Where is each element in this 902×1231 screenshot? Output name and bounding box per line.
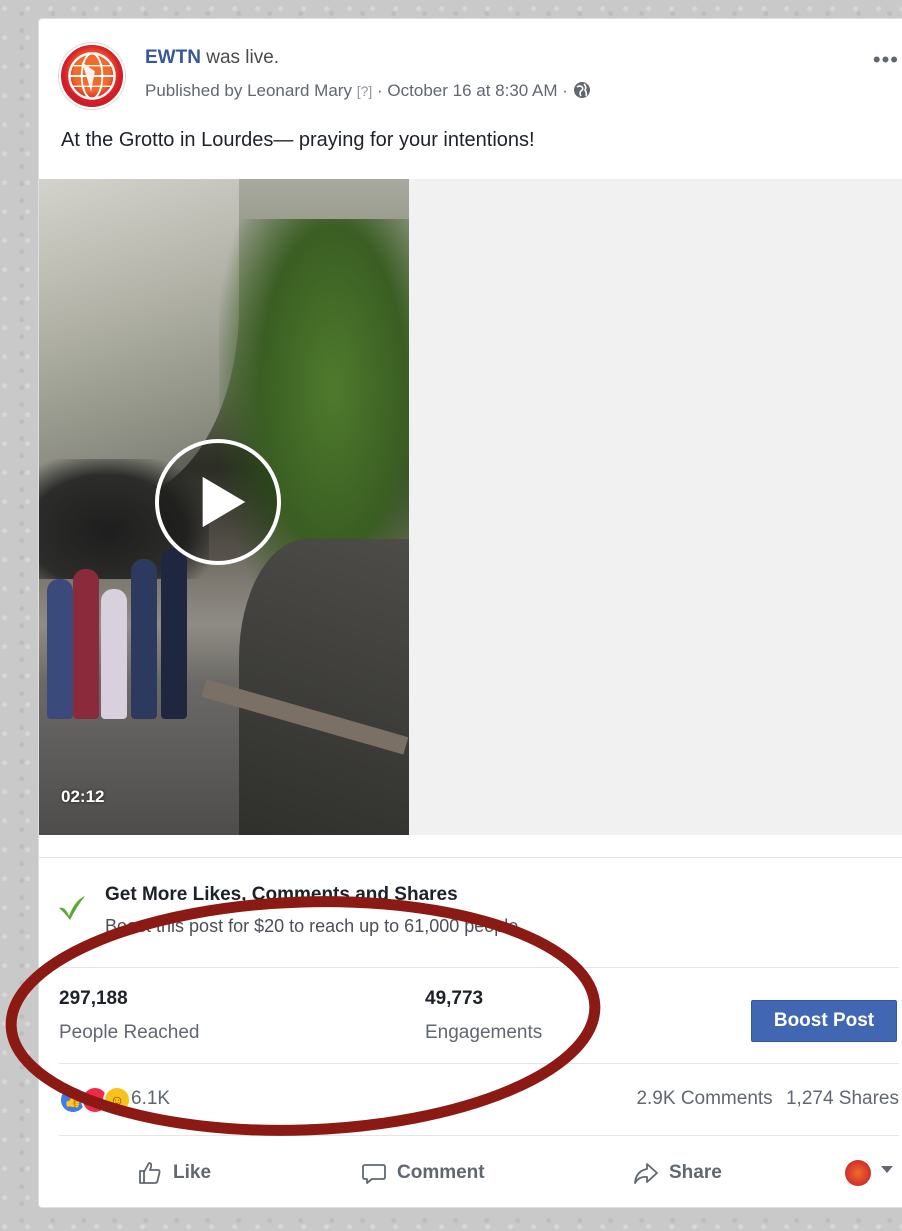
video-player[interactable]: 02:12 [39, 179, 409, 835]
meta-separator: · [377, 81, 383, 100]
post-header: EWTN was live. Published by Leonard Mary… [59, 41, 899, 111]
play-button[interactable] [155, 439, 281, 565]
comment-label: Comment [397, 1162, 485, 1183]
comments-count[interactable]: 2.9K Comments [636, 1088, 772, 1109]
promo-title[interactable]: Get More Likes, Comments and Shares [105, 884, 458, 906]
post-meta: Published by Leonard Mary [?] · October … [145, 81, 591, 101]
ewtn-logo-icon [68, 52, 116, 100]
people-reached-label: People Reached [59, 1022, 200, 1043]
help-marker[interactable]: [?] [357, 83, 373, 99]
share-button[interactable]: Share [633, 1156, 722, 1190]
shares-count[interactable]: 1,274 Shares [786, 1088, 899, 1109]
video-scene-people [39, 539, 249, 719]
like-button[interactable]: Like [137, 1156, 211, 1190]
post-card: EWTN was live. Published by Leonard Mary… [38, 18, 902, 1208]
engagement-counts: 2.9K Comments 1,274 Shares [636, 1088, 899, 1110]
share-icon [634, 1163, 658, 1184]
promo-subtitle: Boost this post for $20 to reach up to 6… [105, 916, 524, 936]
chevron-down-icon[interactable] [881, 1166, 893, 1173]
post-timestamp[interactable]: October 16 at 8:30 AM [387, 81, 557, 100]
page-avatar[interactable] [59, 43, 125, 109]
more-options-button[interactable]: ••• [873, 47, 899, 73]
video-scene-boulder [239, 539, 409, 835]
post-caption: At the Grotto in Lourdes— praying for yo… [61, 129, 535, 151]
engagements-value[interactable]: 49,773 [425, 988, 483, 1010]
thumbs-up-icon [139, 1162, 161, 1184]
boost-promo: Get More Likes, Comments and Shares Boos… [39, 857, 902, 967]
share-label: Share [669, 1162, 722, 1183]
page-name-link[interactable]: EWTN [145, 47, 201, 68]
post-title: EWTN was live. [145, 47, 279, 69]
media-area: 02:12 [39, 179, 902, 835]
post-insights: 297,188 People Reached 49,773 Engagement… [59, 967, 899, 1063]
post-actions: Like Comment Share [59, 1135, 899, 1209]
globe-icon[interactable] [573, 81, 591, 99]
reaction-count[interactable]: 6.1K [131, 1088, 170, 1110]
play-icon [202, 476, 246, 528]
people-reached-value[interactable]: 297,188 [59, 988, 128, 1010]
publisher[interactable]: Published by Leonard Mary [145, 81, 352, 100]
video-duration: 02:12 [61, 787, 105, 806]
reactions-summary: 👍 ♥ ☺ 6.1K 2.9K Comments 1,274 Shares [59, 1063, 899, 1135]
comment-icon [362, 1164, 386, 1184]
boost-post-button[interactable]: Boost Post [751, 1000, 897, 1042]
wow-reaction-icon: ☺ [103, 1086, 131, 1114]
engagements-label: Engagements [425, 1022, 543, 1043]
like-label: Like [173, 1162, 212, 1183]
meta-separator-2: · [562, 81, 568, 100]
check-icon [59, 896, 85, 920]
post-as-avatar[interactable] [845, 1160, 871, 1186]
live-status: was live. [206, 47, 280, 68]
comment-button[interactable]: Comment [361, 1156, 485, 1190]
